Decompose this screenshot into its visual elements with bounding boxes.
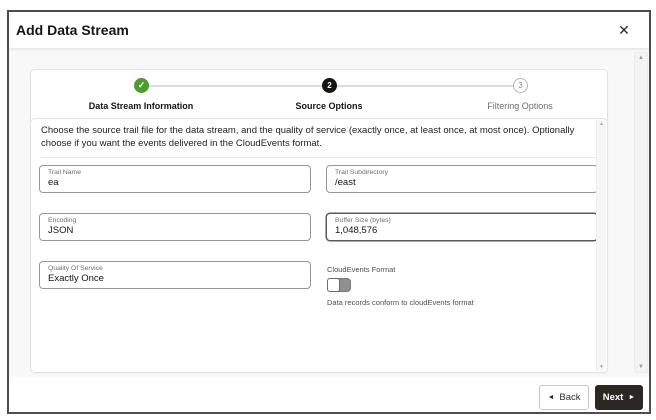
encoding-field[interactable]: Encoding JSON [39,213,311,241]
step-3-label: Filtering Options [487,101,553,111]
dialog-title: Add Data Stream [16,22,129,38]
wizard-stepper: ✓ 2 3 Data Stream Information Source Opt… [30,69,608,124]
scroll-up-icon[interactable]: ▲ [635,55,647,61]
panel-instructions: Choose the source trail file for the dat… [41,125,575,149]
trail-subdirectory-value: /east [335,177,356,188]
step-1-complete-check-icon[interactable]: ✓ [134,78,149,93]
quality-of-service-label: Quality Of Service [48,265,103,272]
encoding-value: JSON [48,225,74,236]
toggle-knob [327,278,340,292]
cloudevents-format-label: CloudEvents Format [327,265,396,274]
encoding-label: Encoding [48,217,77,224]
source-options-panel: Choose the source trail file for the dat… [30,118,608,373]
step-1-label: Data Stream Information [88,101,194,111]
add-data-stream-dialog: Add Data Stream ✕ ✓ 2 3 Data Stream Info… [7,10,651,414]
back-arrow-icon: ◄ [547,394,555,401]
buffer-size-field[interactable]: Buffer Size (bytes) 1,048,576 [326,213,598,241]
next-button[interactable]: Next ► [595,385,643,410]
cloudevents-helper-text: Data records conform to cloudEvents form… [327,298,474,307]
divider [41,157,598,158]
scroll-down-icon[interactable]: ▼ [635,364,647,370]
dialog-header: Add Data Stream ✕ [9,12,649,48]
step-2-current-badge[interactable]: 2 [322,78,337,93]
buffer-size-label: Buffer Size (bytes) [335,217,391,224]
back-button-label: Back [559,392,581,403]
quality-of-service-value: Exactly Once [48,273,104,284]
quality-of-service-field[interactable]: Quality Of Service Exactly Once [39,261,311,289]
close-icon[interactable]: ✕ [613,19,635,41]
dialog-body: ✓ 2 3 Data Stream Information Source Opt… [9,48,649,377]
step-2-label: Source Options [295,101,363,111]
step-3-upcoming-badge[interactable]: 3 [513,78,528,93]
back-button[interactable]: ◄ Back [539,385,589,410]
cloudevents-format-toggle[interactable] [327,278,351,292]
panel-scrollbar[interactable]: ▲ ▼ [596,120,606,371]
trail-name-value: ea [48,177,59,188]
dialog-footer: ◄ Back Next ► [9,377,649,412]
trail-subdirectory-field[interactable]: Trail Subdirectory /east [326,165,598,193]
dialog-scrollbar[interactable]: ▲ ▼ [634,52,648,373]
scroll-down-icon[interactable]: ▼ [597,364,606,370]
scroll-up-icon[interactable]: ▲ [597,121,606,127]
buffer-size-value: 1,048,576 [335,225,378,236]
trail-subdirectory-label: Trail Subdirectory [335,169,389,176]
next-button-label: Next [602,392,624,403]
trail-name-label: Trail Name [48,169,81,176]
next-arrow-icon: ► [628,394,636,401]
trail-name-field[interactable]: Trail Name ea [39,165,311,193]
